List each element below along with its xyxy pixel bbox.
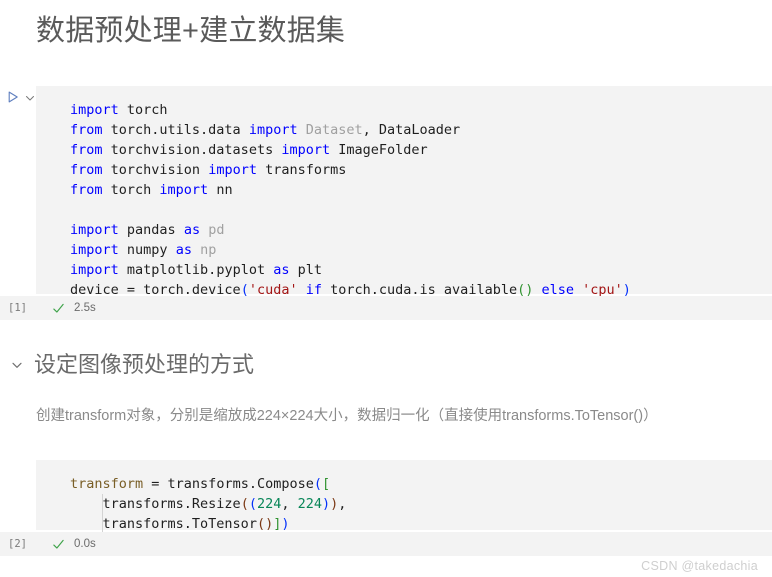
token-variable: transform [70,476,144,492]
token-keyword: from [70,182,103,198]
execution-time: 0.0s [74,538,96,550]
execution-count: [1] [8,302,27,314]
token-module: matplotlib.pyplot [118,262,274,278]
token-paren: ) [265,516,274,532]
token-keyword: import [159,182,209,198]
check-icon [52,302,65,315]
token-paren: ) [281,516,290,532]
code-line: from torchvision.datasets import ImageFo… [70,140,772,160]
token-alias: np [191,242,217,258]
token-name: DataLoader [378,122,461,138]
section-paragraph: 创建transform对象，分别是缩放成224×224大小，数据归一化（直接使用… [36,408,658,424]
check-icon [52,538,65,551]
token-punct: , [362,122,379,138]
token-paren: ( [256,516,266,532]
notebook-editor: 数据预处理+建立数据集 import torch from torch.utils… [0,0,772,577]
cell-1-gutter [6,90,36,104]
token-module: torch.utils.data [102,122,249,138]
cell-2-status-bar: [2] 0.0s [0,532,772,556]
page-title: 数据预处理+建立数据集 [36,15,346,47]
code-line: transform = transforms.Compose([ [70,474,772,494]
token-alias: plt [289,262,322,278]
token-call: transforms.ToTensor [102,516,257,532]
token-keyword: import [281,142,331,158]
token-paren: ( [248,496,257,512]
token-punct: , [338,496,347,512]
execution-status: 2.5s [52,302,96,315]
chevron-down-icon[interactable] [24,90,36,104]
indent-guide [102,494,103,534]
code-cell-1[interactable]: import torch from torch.utils.data import… [36,86,772,298]
code-line: import torch [70,100,772,120]
code-line: import numpy as np [70,240,772,260]
token-keyword: import [248,122,298,138]
token-paren: ( [240,496,249,512]
token-unused-import: Dataset [297,122,363,138]
token-module: pandas [118,222,184,238]
code-line: from torch import nn [70,180,772,200]
execution-count: [2] [8,538,27,550]
token-bracket: [ [322,476,331,492]
token-keyword: from [70,122,103,138]
token-keyword: as [183,222,201,238]
token-punct: , [281,496,298,512]
code-line: from torchvision import transforms [70,160,772,180]
token-module: numpy [118,242,176,258]
token-name: nn [208,182,233,198]
token-keyword: as [273,262,290,278]
token-module: torchvision [102,162,209,178]
play-triangle-icon[interactable] [6,90,20,104]
token-keyword: import [70,262,119,278]
code-line: transforms.Resize((224, 224)), [70,494,772,514]
token-call: transforms.Resize [102,496,241,512]
code-content-1[interactable]: import torch from torch.utils.data import… [36,100,772,300]
token-module: torch [102,182,160,198]
token-paren: ( [313,476,322,492]
token-keyword: import [208,162,257,178]
code-line: import pandas as pd [70,220,772,240]
watermark: CSDN @takedachia [641,559,758,573]
code-cell-2[interactable]: transform = transforms.Compose([ transfo… [36,460,772,534]
token-module: torchvision.datasets [102,142,282,158]
token-name: ImageFolder [330,142,428,158]
token-name: transforms [256,162,347,178]
token-number: 224 [256,496,282,512]
execution-time: 2.5s [74,302,96,314]
code-editor-1[interactable]: import torch from torch.utils.data import… [36,86,772,310]
code-line: import matplotlib.pyplot as plt [70,260,772,280]
token-module: torch [118,102,168,118]
token-call: transforms.Compose [167,476,314,492]
token-paren: ) [322,496,331,512]
token-keyword: import [70,242,119,258]
token-keyword: from [70,162,103,178]
execution-status: 0.0s [52,538,96,551]
code-line: transforms.ToTensor()]) [70,514,772,534]
code-line: from torch.utils.data import Dataset, Da… [70,120,772,140]
token-keyword: import [70,102,119,118]
section-heading-row: 设定图像预处理的方式 [10,350,254,380]
chevron-down-icon[interactable] [10,358,24,372]
token-keyword: from [70,142,103,158]
section-heading-text: 设定图像预处理的方式 [34,352,255,377]
token-keyword: import [70,222,119,238]
token-alias: pd [200,222,225,238]
cell-1-status-bar: [1] 2.5s [0,296,772,320]
code-content-2[interactable]: transform = transforms.Compose([ transfo… [36,474,772,534]
token-operator: = [143,476,168,492]
token-number: 224 [297,496,323,512]
token-keyword: as [175,242,192,258]
